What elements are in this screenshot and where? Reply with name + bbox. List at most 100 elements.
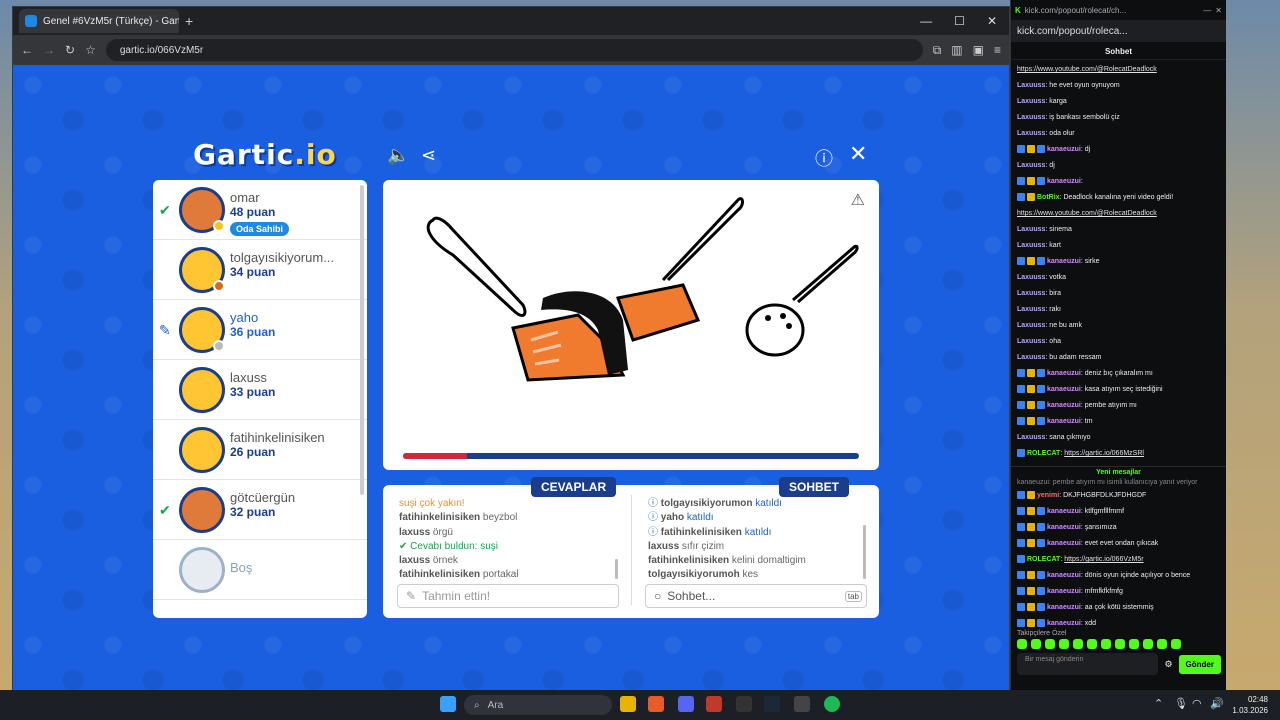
- emote-icon[interactable]: [1157, 639, 1167, 649]
- wallet-icon[interactable]: ▣: [973, 43, 984, 57]
- chat-username[interactable]: kanaeuzui: [1047, 178, 1081, 185]
- emote-icon[interactable]: [1017, 639, 1027, 649]
- close-game-icon[interactable]: ✕: [849, 141, 867, 167]
- maximize-icon[interactable]: ☐: [954, 14, 965, 28]
- browser-tab[interactable]: Genel #6VzM5r (Türkçe) - Gartic ✕: [19, 9, 179, 33]
- obs-icon[interactable]: [794, 696, 810, 712]
- chat-username[interactable]: Laxuuss: [1017, 354, 1045, 361]
- taskbar-search[interactable]: ⌕ Ara: [464, 695, 612, 715]
- clock[interactable]: 02:48 1.03.2026: [1232, 694, 1268, 716]
- chat-username[interactable]: kanaeuzui: [1047, 418, 1081, 425]
- chat-username[interactable]: Laxuuss: [1017, 322, 1045, 329]
- chat-username[interactable]: BotRix: [1037, 194, 1060, 201]
- start-icon[interactable]: [440, 696, 456, 712]
- menu-icon[interactable]: ≡: [994, 43, 1001, 57]
- chat-scrollbar[interactable]: [863, 525, 866, 579]
- spotify-icon[interactable]: [824, 696, 840, 712]
- emote-icon[interactable]: [1059, 639, 1069, 649]
- sound-icon[interactable]: 🔈: [387, 145, 409, 166]
- player-row[interactable]: ✔ omar 48 puan Oda Sahibi: [153, 180, 367, 240]
- chat-username[interactable]: kanaeuzui: [1047, 386, 1081, 393]
- chat-username[interactable]: kanaeuzui: [1047, 370, 1081, 377]
- chat-text[interactable]: https://www.youtube.com/@RolecatDeadlock: [1017, 210, 1157, 217]
- steam-icon[interactable]: [764, 696, 780, 712]
- chat-username[interactable]: Laxuuss: [1017, 82, 1045, 89]
- file-explorer-icon[interactable]: [620, 696, 636, 712]
- emote-icon[interactable]: [1087, 639, 1097, 649]
- chat-username[interactable]: yenimi: [1037, 492, 1059, 499]
- minimize-icon[interactable]: —: [920, 14, 932, 28]
- chat-username[interactable]: Laxuuss: [1017, 274, 1045, 281]
- chat-username[interactable]: kanaeuzui: [1047, 604, 1081, 611]
- sidebar-icon[interactable]: ▥: [951, 43, 962, 57]
- emote-icon[interactable]: [1129, 639, 1139, 649]
- brave-icon[interactable]: [648, 696, 664, 712]
- kick-address[interactable]: kick.com/popout/rolecа...: [1011, 20, 1226, 42]
- chat-username[interactable]: Laxuuss: [1017, 114, 1045, 121]
- kick-minimize-icon[interactable]: —: [1203, 6, 1211, 15]
- chat-username[interactable]: Laxuuss: [1017, 290, 1045, 297]
- chat-username[interactable]: Laxuuss: [1017, 338, 1045, 345]
- discord-icon[interactable]: [678, 696, 694, 712]
- chat-username[interactable]: kanaeuzui: [1047, 524, 1081, 531]
- players-scrollbar[interactable]: [360, 185, 364, 495]
- settings-icon[interactable]: ⚙: [1164, 659, 1172, 670]
- extensions-icon[interactable]: ⧉: [933, 43, 942, 58]
- chat-username[interactable]: kanaeuzui: [1047, 508, 1081, 515]
- chat-username[interactable]: Laxuuss: [1017, 98, 1045, 105]
- player-row[interactable]: fatihinkelinisiken 26 puan: [153, 420, 367, 480]
- chat-text[interactable]: https://www.youtube.com/@RolecatDeadlock: [1017, 66, 1157, 73]
- chat-username[interactable]: kanaeuzui: [1047, 146, 1081, 153]
- chat-username[interactable]: Laxuuss: [1017, 306, 1045, 313]
- player-row[interactable]: tolgayısikiyorum... 34 puan: [153, 240, 367, 300]
- chat-username[interactable]: ROLECAT: [1027, 556, 1060, 563]
- chat-username[interactable]: kanaeuzui: [1047, 540, 1081, 547]
- emote-icon[interactable]: [1115, 639, 1125, 649]
- emote-icon[interactable]: [1143, 639, 1153, 649]
- emote-icon[interactable]: [1031, 639, 1041, 649]
- kick-close-icon[interactable]: ✕: [1215, 6, 1222, 15]
- emote-icon[interactable]: [1073, 639, 1083, 649]
- player-row[interactable]: Boş: [153, 540, 367, 600]
- reload-icon[interactable]: ↻: [65, 43, 75, 57]
- emote-icon[interactable]: [1171, 639, 1181, 649]
- player-row[interactable]: ✎ yaho 36 puan: [153, 300, 367, 360]
- forward-icon[interactable]: →: [43, 43, 55, 57]
- volume-icon[interactable]: 🔊: [1210, 697, 1224, 710]
- guess-input[interactable]: ✎ Tahmin ettin!: [397, 584, 619, 608]
- chat-username[interactable]: ROLECAT: [1027, 450, 1060, 457]
- chat-username[interactable]: kanaeuzui: [1047, 402, 1081, 409]
- chat-input[interactable]: ○ Sohbet... tab: [645, 584, 867, 608]
- back-icon[interactable]: ←: [21, 43, 33, 57]
- chat-username[interactable]: Laxuuss: [1017, 226, 1045, 233]
- mic-icon[interactable]: 🎙: [1174, 697, 1188, 710]
- player-row[interactable]: ✔ götcüergün 32 puan: [153, 480, 367, 540]
- drawing-canvas[interactable]: ⚠: [383, 180, 879, 470]
- chat-username[interactable]: Laxuuss: [1017, 130, 1045, 137]
- app-icon[interactable]: [706, 696, 722, 712]
- tray-chevron-icon[interactable]: ⌃: [1154, 697, 1163, 710]
- player-row[interactable]: laxuss 33 puan: [153, 360, 367, 420]
- chat-username[interactable]: kanaeuzui: [1047, 258, 1081, 265]
- network-icon[interactable]: ◠: [1192, 697, 1202, 710]
- report-icon[interactable]: ⚠: [851, 190, 865, 210]
- answers-scrollbar[interactable]: [615, 559, 618, 579]
- close-window-icon[interactable]: ✕: [987, 14, 997, 28]
- chat-text[interactable]: https://gartic.io/066VzM5r: [1064, 556, 1143, 563]
- url-field[interactable]: gartic.io/066VzM5r: [105, 39, 923, 61]
- chat-username[interactable]: kanaeuzui: [1047, 572, 1081, 579]
- chat-text[interactable]: https://gartic.io/066MzSRl: [1064, 450, 1144, 457]
- chat-username[interactable]: Laxuuss: [1017, 162, 1045, 169]
- info-icon[interactable]: ⓘ: [815, 145, 833, 171]
- epic-games-icon[interactable]: [736, 696, 752, 712]
- chat-username[interactable]: kanaeuzui: [1047, 588, 1081, 595]
- send-button[interactable]: Gönder: [1178, 654, 1221, 674]
- kick-message-input[interactable]: Bir mesaj gönderin: [1017, 653, 1159, 675]
- bookmark-icon[interactable]: ☆: [85, 43, 96, 57]
- emote-icon[interactable]: [1045, 639, 1055, 649]
- new-tab-icon[interactable]: +: [185, 13, 193, 29]
- emote-icon[interactable]: [1101, 639, 1111, 649]
- chat-username[interactable]: Laxuuss: [1017, 242, 1045, 249]
- share-icon[interactable]: ⋖: [421, 145, 436, 166]
- chat-username[interactable]: Laxuuss: [1017, 434, 1045, 441]
